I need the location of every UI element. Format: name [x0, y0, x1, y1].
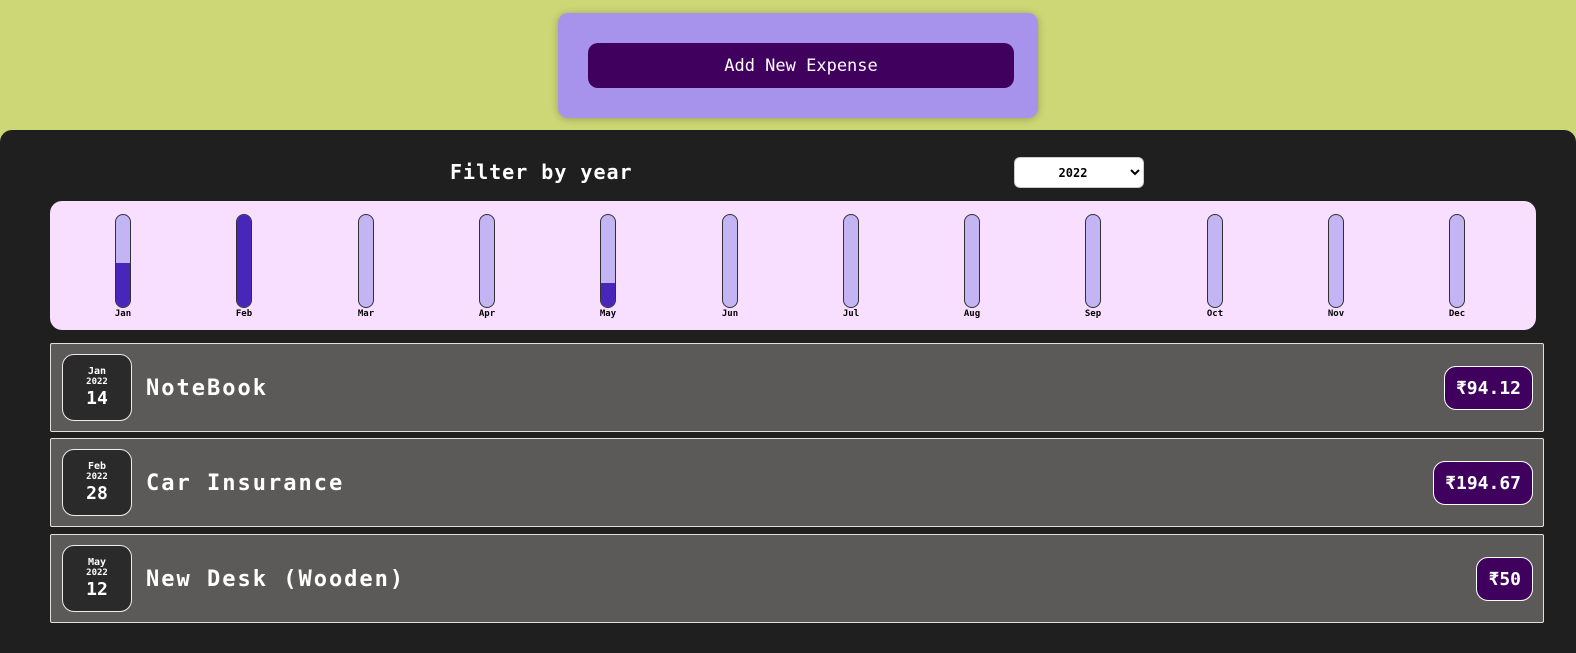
expense-date-day: 12 — [86, 579, 108, 600]
chart-bar-track — [964, 214, 980, 308]
chart-bar-track — [1449, 214, 1465, 308]
expense-chart: Jan Feb Mar Apr May Jun Jul Aug Sep Oct Nov Dec — [50, 201, 1536, 330]
chart-bar-oct: Oct — [1200, 214, 1230, 319]
chart-bar-label: Sep — [1084, 309, 1102, 319]
expense-item[interactable]: May 2022 12 New Desk (Wooden) ₹50 — [50, 534, 1544, 623]
chart-bar-label: Dec — [1448, 309, 1466, 319]
expenses-panel: Filter by year 2022 Jan Feb Mar Apr May Jun Ju… — [0, 130, 1576, 653]
chart-bar-jul: Jul — [836, 214, 866, 319]
expense-title: Car Insurance — [146, 471, 345, 496]
chart-bar-label: Mar — [357, 309, 375, 319]
expense-date: May 2022 12 — [62, 545, 132, 612]
chart-bar-track — [358, 214, 374, 308]
chart-bar-mar: Mar — [351, 214, 381, 319]
expense-item[interactable]: Feb 2022 28 Car Insurance ₹194.67 — [50, 438, 1544, 527]
chart-bar-track — [479, 214, 495, 308]
expense-item[interactable]: Jan 2022 14 NoteBook ₹94.12 — [50, 343, 1544, 432]
chart-bar-label: Jul — [842, 309, 860, 319]
chart-bar-fill — [237, 215, 251, 307]
chart-bar-fill — [116, 262, 130, 307]
chart-bar-fill — [601, 283, 615, 307]
chart-bar-track — [1328, 214, 1344, 308]
chart-bar-label: Feb — [235, 309, 253, 319]
expense-date-day: 14 — [86, 388, 108, 409]
chart-bar-track — [843, 214, 859, 308]
chart-bar-track — [236, 214, 252, 308]
expense-amount: ₹50 — [1476, 557, 1533, 601]
expense-date-month: May — [87, 557, 107, 568]
chart-bar-label: Jun — [721, 309, 739, 319]
expense-date-day: 28 — [86, 483, 108, 504]
expense-date: Feb 2022 28 — [62, 449, 132, 516]
expense-amount: ₹94.12 — [1443, 366, 1533, 410]
expense-date-year: 2022 — [86, 377, 108, 387]
chart-bar-may: May — [593, 214, 623, 319]
chart-bar-track — [722, 214, 738, 308]
chart-bar-feb: Feb — [229, 214, 259, 319]
chart-bar-label: Aug — [963, 309, 981, 319]
expense-date-month: Feb — [87, 461, 107, 472]
chart-bar-label: May — [599, 309, 617, 319]
chart-bar-track — [1085, 214, 1101, 308]
chart-bar-aug: Aug — [957, 214, 987, 319]
expense-title: NoteBook — [146, 376, 268, 401]
chart-bar-track — [1207, 214, 1223, 308]
year-select[interactable]: 2022 — [1014, 157, 1144, 188]
expense-date-year: 2022 — [86, 472, 108, 482]
expense-date-year: 2022 — [86, 568, 108, 578]
chart-bar-label: Oct — [1206, 309, 1224, 319]
new-expense-panel: Add New Expense — [558, 13, 1038, 118]
chart-bar-track — [600, 214, 616, 308]
chart-bar-dec: Dec — [1442, 214, 1472, 319]
chart-bar-jun: Jun — [715, 214, 745, 319]
chart-bar-apr: Apr — [472, 214, 502, 319]
chart-bar-jan: Jan — [108, 214, 138, 319]
chart-bar-nov: Nov — [1321, 214, 1351, 319]
expense-title: New Desk (Wooden) — [146, 567, 406, 592]
chart-bar-label: Apr — [478, 309, 496, 319]
expense-date-month: Jan — [87, 366, 107, 377]
add-new-expense-button[interactable]: Add New Expense — [588, 43, 1014, 88]
expense-date: Jan 2022 14 — [62, 354, 132, 421]
chart-bar-label: Jan — [114, 309, 132, 319]
chart-bar-sep: Sep — [1078, 214, 1108, 319]
chart-bar-track — [115, 214, 131, 308]
expense-amount: ₹194.67 — [1433, 461, 1533, 505]
filter-label: Filter by year — [450, 160, 633, 184]
chart-bar-label: Nov — [1327, 309, 1345, 319]
